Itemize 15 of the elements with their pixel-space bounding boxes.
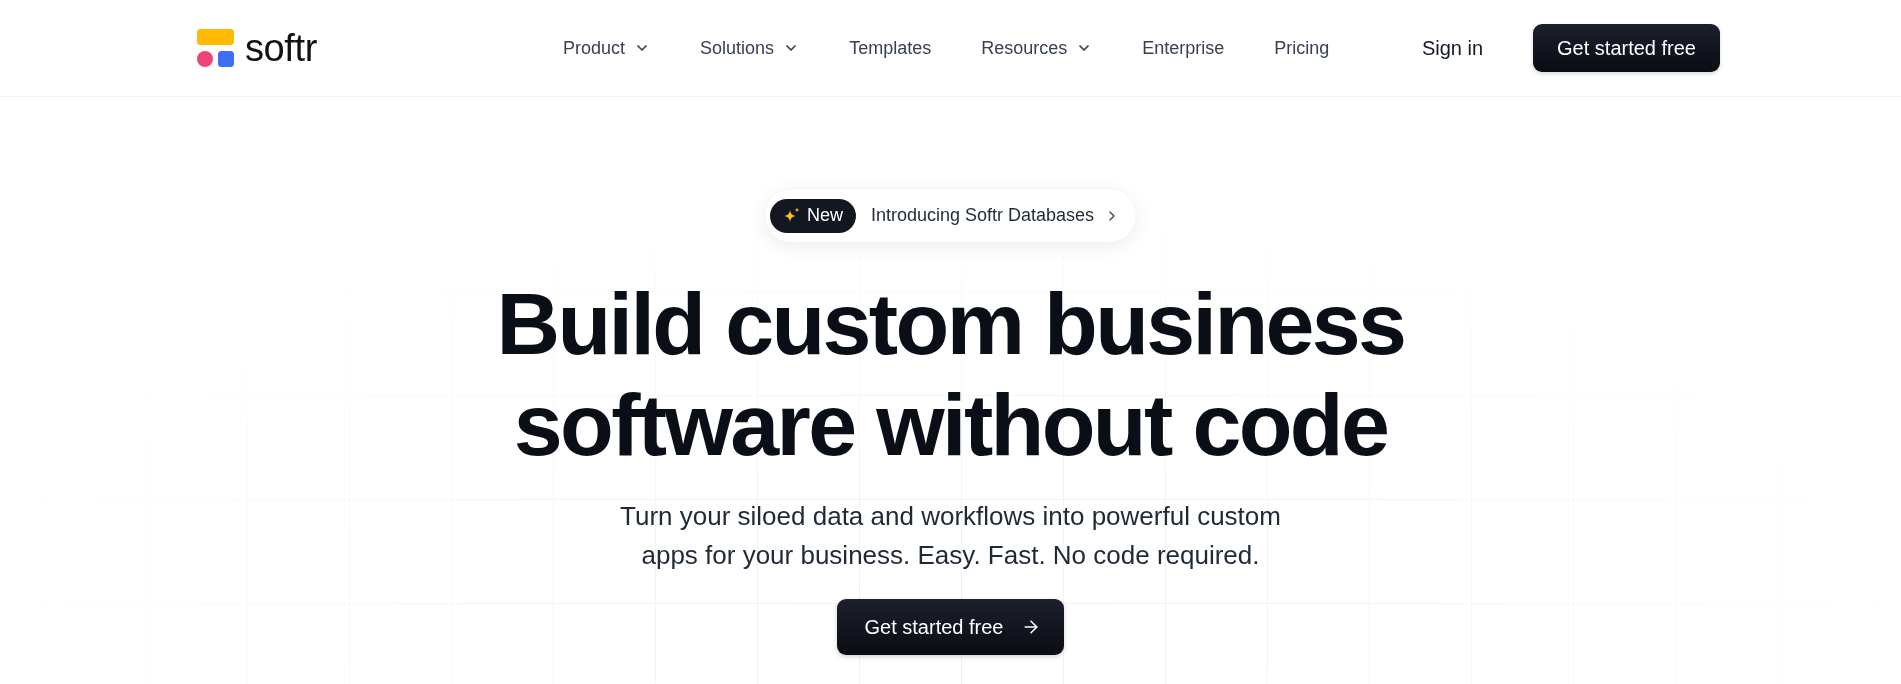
nav-link[interactable]: Pricing: [1274, 34, 1330, 62]
get-started-button[interactable]: Get started free: [836, 599, 1065, 655]
nav-link[interactable]: Resources: [981, 34, 1093, 62]
logo-text: softr: [245, 29, 317, 67]
logo-icon: [197, 29, 234, 67]
hero-heading: Build custom business software without code: [495, 273, 1406, 475]
nav-link[interactable]: Enterprise: [1142, 34, 1225, 62]
hero-subtitle: Turn your siloed data and workflows into powerful custom apps for your business. Easy. Fast. No code required.: [619, 500, 1282, 572]
get-started-button[interactable]: Get started free: [1533, 24, 1720, 72]
nav-link[interactable]: Solutions: [700, 34, 800, 62]
nav-link[interactable]: Product: [563, 34, 651, 62]
announcement-link[interactable]: New Introducing Softr Databases: [763, 188, 1138, 243]
new-label: New: [806, 204, 843, 227]
sign-in-link[interactable]: Sign in: [1421, 33, 1484, 63]
nav-link[interactable]: Templates: [849, 34, 932, 62]
